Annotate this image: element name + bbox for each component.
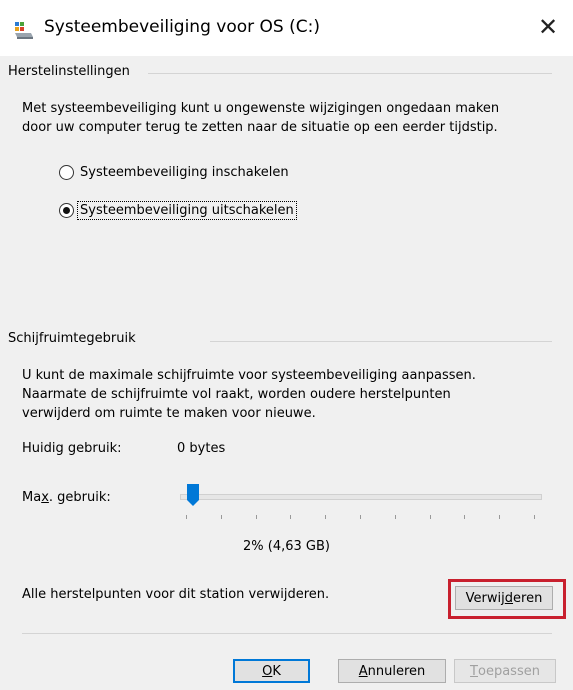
footer-divider (22, 633, 552, 634)
apply-button[interactable]: Toepassen (454, 659, 556, 683)
system-protection-icon (14, 20, 34, 40)
current-usage-value: 0 bytes (177, 441, 226, 456)
slider-tick (360, 515, 361, 519)
dialog-body: Herstelinstellingen Met systeembeveiligi… (0, 56, 573, 690)
disk-description-line: verwijderd om ruimte te maken voor nieuw… (22, 406, 316, 421)
disk-description-line: Naarmate de schijfruimte vol raakt, word… (22, 387, 451, 402)
group-divider (210, 341, 552, 342)
slider-tick (255, 515, 257, 519)
radio-enable-protection[interactable]: Systeembeveiliging inschakelen (59, 161, 291, 183)
ok-button[interactable]: OK (233, 659, 310, 683)
disk-description-line: U kunt de maximale schijfruimte voor sys… (22, 368, 476, 383)
slider-tick (499, 515, 501, 519)
slider-tick (429, 515, 431, 519)
slider-tick (325, 515, 327, 519)
delete-restore-points-text: Alle herstelpunten voor dit station verw… (22, 587, 330, 602)
max-usage-label: Max. gebruik: (22, 490, 111, 505)
slider-tick (464, 515, 466, 519)
slider-tick (220, 515, 222, 519)
restore-settings-description: Met systeembeveiliging kunt u ongewenste… (22, 99, 499, 137)
radio-button-selected[interactable] (59, 202, 74, 218)
max-usage-value: 2% (4,63 GB) (243, 539, 330, 554)
disk-usage-description: U kunt de maximale schijfruimte voor sys… (22, 366, 476, 423)
restore-description-line: Met systeembeveiliging kunt u ongewenste… (22, 101, 500, 116)
dialog-window: Systeembeveiliging voor OS (C:) ✕ Herste… (0, 0, 573, 690)
title-bar: Systeembeveiliging voor OS (C:) ✕ (0, 0, 573, 56)
cancel-button[interactable]: Annuleren (338, 659, 446, 683)
window-title: Systeembeveiliging voor OS (C:) (44, 17, 320, 37)
restore-description-line: door uw computer terug te zetten naar de… (22, 120, 498, 135)
max-usage-slider-thumb[interactable] (186, 484, 199, 506)
current-usage-label: Huidig gebruik: (22, 441, 122, 456)
slider-tick (534, 515, 535, 519)
max-usage-slider-track[interactable] (180, 494, 542, 500)
restore-settings-group-label: Herstelinstellingen (8, 64, 134, 79)
radio-button[interactable] (59, 164, 74, 180)
disk-usage-group-label: Schijfruimtegebruik (8, 331, 140, 346)
close-icon[interactable]: ✕ (531, 10, 565, 44)
group-divider (148, 73, 552, 74)
slider-tick (290, 515, 292, 519)
slider-tick (186, 515, 187, 519)
radio-disable-protection[interactable]: Systeembeveiliging uitschakelen (59, 199, 297, 221)
delete-button[interactable]: Verwij d eren (455, 586, 553, 610)
radio-disable-label: Systeembeveiliging uitschakelen (77, 200, 297, 220)
slider-tick (394, 515, 396, 519)
radio-enable-label: Systeembeveiliging inschakelen (80, 164, 289, 180)
